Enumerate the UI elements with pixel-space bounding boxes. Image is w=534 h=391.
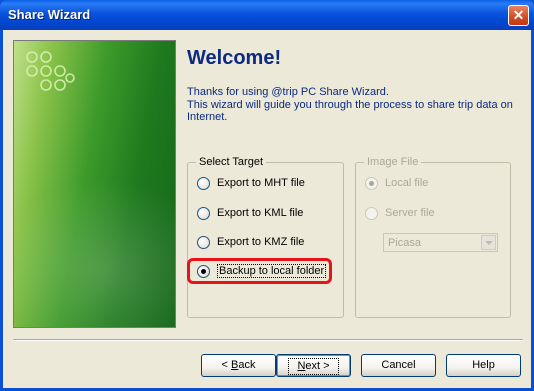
close-icon: ✕ (512, 7, 525, 23)
radio-server-file[interactable]: Server file (365, 205, 435, 221)
radio-button[interactable] (197, 235, 210, 249)
app-logo-icon (26, 51, 75, 91)
wizard-banner-image (13, 40, 176, 328)
welcome-line-3: Internet. (187, 111, 228, 123)
welcome-heading: Welcome! (187, 47, 282, 69)
next-rest: ext > (305, 360, 330, 372)
radio-label: Export to KML file (217, 207, 304, 219)
back-rest: ack (238, 359, 256, 371)
radio-button[interactable] (197, 206, 210, 220)
radio-button[interactable] (365, 176, 378, 190)
radio-label: Export to MHT file (217, 177, 305, 189)
radio-button[interactable] (197, 264, 210, 278)
radio-label: Export to KMZ file (217, 236, 305, 248)
welcome-text: Thanks for using @trip PC Share Wizard. … (187, 86, 517, 124)
radio-label: Local file (385, 177, 429, 189)
back-button[interactable]: < Back (201, 354, 276, 377)
radio-button[interactable] (197, 176, 210, 190)
select-target-legend: Select Target (196, 156, 267, 168)
close-button[interactable]: ✕ (508, 5, 529, 26)
image-file-legend: Image File (364, 156, 422, 168)
help-button[interactable]: Help (446, 354, 521, 377)
welcome-line-1: Thanks for using @trip PC Share Wizard. (187, 86, 389, 98)
radio-export-kmz[interactable]: Export to KMZ file (197, 234, 304, 250)
server-select[interactable]: Picasa (383, 233, 498, 252)
radio-backup-local-folder[interactable]: Backup to local folder (197, 263, 327, 279)
radio-label: Backup to local folder (217, 264, 327, 278)
radio-export-kml[interactable]: Export to KML file (197, 205, 303, 221)
welcome-line-2: This wizard will guide you through the p… (187, 98, 513, 111)
title-bar[interactable]: Share Wizard ✕ (0, 0, 534, 30)
help-label: Help (472, 359, 495, 371)
next-button[interactable]: Next > (276, 354, 351, 377)
share-wizard-window: Share Wizard ✕ Welcome! Thanks for using… (0, 0, 534, 391)
chevron-down-icon[interactable] (481, 235, 496, 250)
window-title: Share Wizard (8, 7, 91, 22)
radio-local-file[interactable]: Local file (365, 175, 428, 191)
back-prefix: < (221, 359, 231, 371)
cancel-button[interactable]: Cancel (361, 354, 436, 377)
cancel-label: Cancel (381, 359, 416, 371)
divider (13, 339, 523, 341)
radio-label: Server file (385, 207, 435, 219)
radio-export-mht[interactable]: Export to MHT file (197, 175, 305, 191)
server-select-value: Picasa (388, 237, 422, 249)
radio-button[interactable] (365, 206, 378, 220)
wizard-body: Welcome! Thanks for using @trip PC Share… (3, 30, 531, 388)
